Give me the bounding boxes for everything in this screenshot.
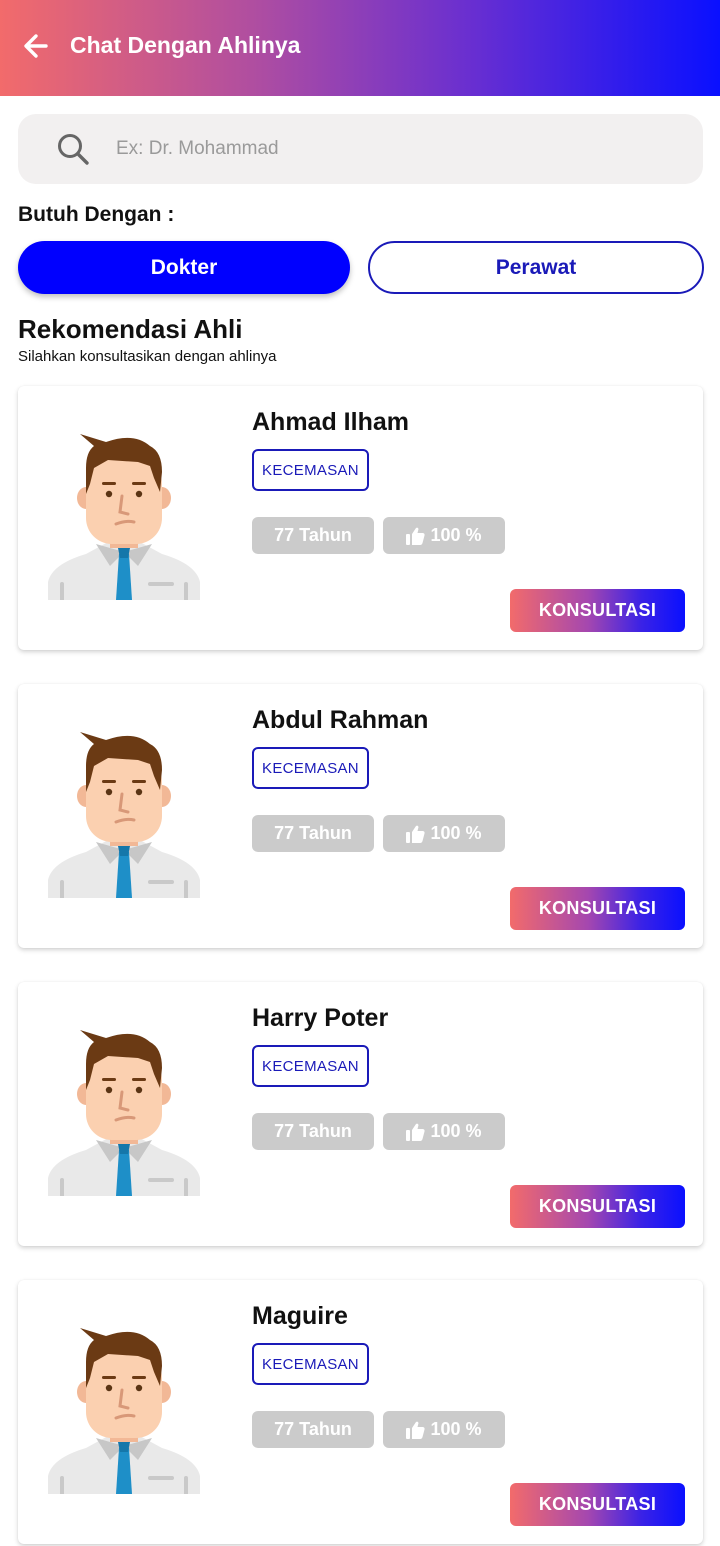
expert-name: Ahmad Ilham — [252, 408, 409, 436]
consult-button[interactable]: KONSULTASI — [510, 1185, 685, 1228]
expert-card: Harry Poter KECEMASAN 77 Tahun 100 % KON… — [18, 982, 703, 1246]
rating-chip: 100 % — [383, 517, 505, 554]
filter-perawat-button[interactable]: Perawat — [368, 241, 704, 294]
consult-button[interactable]: KONSULTASI — [510, 589, 685, 632]
expert-card: Maguire KECEMASAN 77 Tahun 100 % KONSULT… — [18, 1280, 703, 1544]
specialty-tag: KECEMASAN — [252, 1343, 369, 1385]
thumbs-up-icon — [406, 1421, 426, 1439]
consult-button[interactable]: KONSULTASI — [510, 1483, 685, 1526]
age-label: 77 Tahun — [274, 1419, 352, 1439]
search-bar[interactable] — [18, 114, 703, 184]
age-label: 77 Tahun — [274, 1121, 352, 1141]
thumbs-up-icon — [406, 527, 426, 545]
arrow-left-icon — [24, 34, 48, 58]
age-label: 77 Tahun — [274, 525, 352, 545]
expert-card: Abdul Rahman KECEMASAN 77 Tahun 100 % KO… — [18, 684, 703, 948]
rating-chip: 100 % — [383, 1411, 505, 1448]
rating-label: 100 % — [430, 823, 482, 843]
age-chip: 77 Tahun — [252, 1113, 374, 1150]
man-avatar-icon — [48, 1030, 200, 1196]
expert-name: Harry Poter — [252, 1004, 389, 1032]
thumbs-up-icon — [406, 825, 426, 843]
rating-chip: 100 % — [383, 815, 505, 852]
thumbs-up-icon — [406, 1123, 426, 1141]
section-subtitle: Silahkan konsultasikan dengan ahlinya — [18, 348, 277, 365]
age-chip: 77 Tahun — [252, 1411, 374, 1448]
age-chip: 77 Tahun — [252, 517, 374, 554]
consult-button[interactable]: KONSULTASI — [510, 887, 685, 930]
specialty-tag: KECEMASAN — [252, 449, 369, 491]
rating-chip: 100 % — [383, 1113, 505, 1150]
search-input[interactable] — [116, 131, 676, 167]
expert-name: Abdul Rahman — [252, 706, 429, 734]
rating-label: 100 % — [430, 1121, 482, 1141]
page-title: Chat Dengan Ahlinya — [70, 32, 301, 58]
need-label: Butuh Dengan : — [18, 203, 175, 226]
man-avatar-icon — [48, 1328, 200, 1494]
age-label: 77 Tahun — [274, 823, 352, 843]
expert-card: Ahmad Ilham KECEMASAN 77 Tahun 100 % KON… — [18, 386, 703, 650]
back-button[interactable] — [20, 30, 52, 62]
expert-name: Maguire — [252, 1302, 348, 1330]
search-icon — [58, 134, 89, 165]
man-avatar-icon — [48, 732, 200, 898]
specialty-tag: KECEMASAN — [252, 747, 369, 789]
filter-dokter-button[interactable]: Dokter — [18, 241, 350, 294]
rating-label: 100 % — [430, 1419, 482, 1439]
rating-label: 100 % — [430, 525, 482, 545]
man-avatar-icon — [48, 434, 200, 600]
age-chip: 77 Tahun — [252, 815, 374, 852]
app-bar: Chat Dengan Ahlinya — [0, 0, 720, 96]
specialty-tag: KECEMASAN — [252, 1045, 369, 1087]
section-title: Rekomendasi Ahli — [18, 314, 243, 344]
